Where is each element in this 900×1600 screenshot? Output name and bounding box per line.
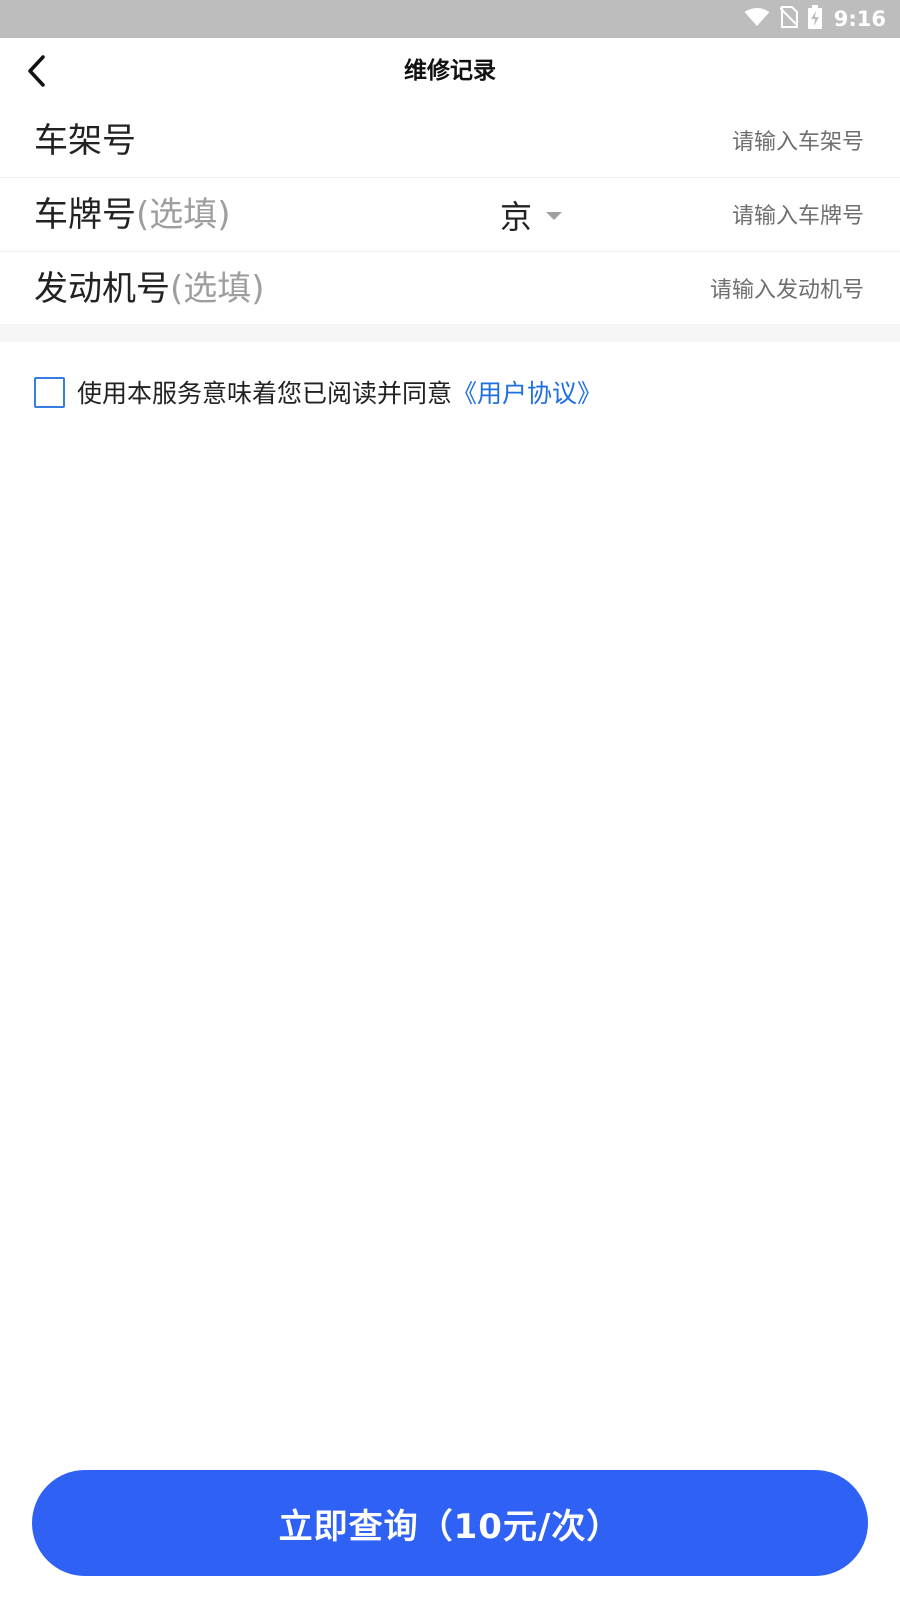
engine-label: 发动机号(选填)	[34, 252, 265, 326]
engine-label-text: 发动机号	[34, 269, 170, 309]
vin-input[interactable]	[462, 119, 866, 165]
caret-down-icon	[546, 212, 563, 220]
vin-label-text: 车架号	[34, 121, 136, 161]
no-sim-icon	[779, 6, 799, 32]
vin-label: 车架号	[34, 104, 136, 178]
plate-input[interactable]	[612, 193, 866, 239]
chevron-left-icon	[28, 55, 45, 87]
engine-input[interactable]	[512, 267, 866, 313]
status-icons: 9:16	[744, 0, 886, 38]
engine-row: 发动机号(选填)	[0, 252, 900, 326]
user-agreement-link[interactable]: 《用户协议》	[452, 374, 602, 410]
battery-charging-icon	[807, 5, 822, 33]
agreement: 使用本服务意味着您已阅读并同意 《用户协议》	[34, 372, 602, 412]
status-time: 9:16	[833, 7, 886, 31]
section-divider	[0, 324, 900, 342]
query-button[interactable]: 立即查询（10元/次）	[32, 1470, 868, 1576]
engine-optional-hint: (选填)	[170, 269, 265, 309]
back-button[interactable]	[16, 51, 56, 91]
plate-row: 车牌号(选填) 京	[0, 178, 900, 252]
status-bar: 9:16	[0, 0, 900, 38]
province-value: 京	[500, 198, 533, 236]
plate-optional-hint: (选填)	[136, 195, 231, 235]
province-select[interactable]: 京	[500, 178, 563, 252]
plate-label: 车牌号(选填)	[34, 178, 231, 252]
vin-row: 车架号	[0, 104, 900, 178]
agreement-checkbox[interactable]	[34, 376, 65, 408]
wifi-icon	[744, 7, 770, 31]
plate-label-text: 车牌号	[34, 195, 136, 235]
page-title: 维修记录	[404, 58, 496, 84]
agreement-text: 使用本服务意味着您已阅读并同意	[77, 379, 453, 408]
nav-bar: 维修记录	[0, 38, 900, 104]
